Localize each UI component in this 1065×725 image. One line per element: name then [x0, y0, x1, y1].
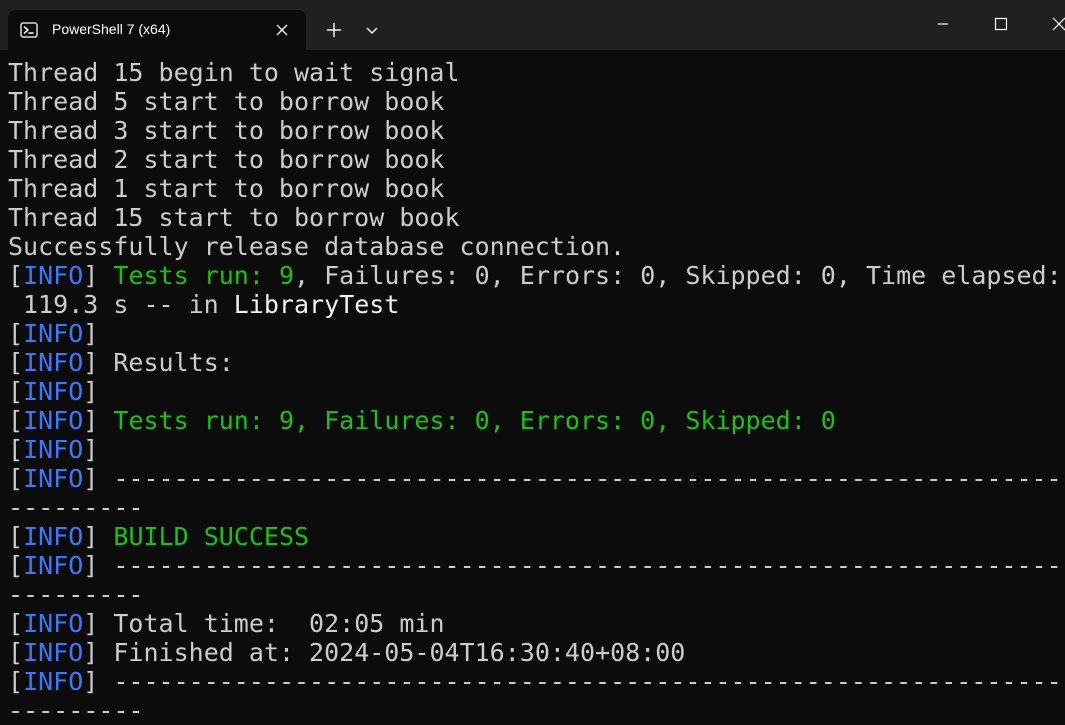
- terminal-text-segment: ]: [83, 319, 99, 348]
- terminal-text-segment: ]: [83, 377, 99, 406]
- terminal-line: [INFO] Tests run: 9, Failures: 0, Errors…: [8, 261, 1065, 290]
- minimize-icon: [938, 23, 948, 25]
- terminal-text-segment: Tests run: 9: [113, 261, 295, 290]
- terminal-text-segment: INFO: [23, 377, 84, 406]
- terminal-text-segment: Thread 15 begin to wait signal: [8, 58, 460, 87]
- minimize-button[interactable]: [918, 0, 968, 50]
- terminal-line: [INFO] ---------------------------------…: [8, 551, 1065, 580]
- terminal-text-segment: [: [8, 551, 24, 580]
- terminal-line: Thread 2 start to borrow book: [8, 145, 1065, 174]
- terminal-line: ---------: [8, 580, 1065, 609]
- terminal-text-segment: INFO: [23, 435, 84, 464]
- terminal-text-segment: Thread 2 start to borrow book: [8, 145, 445, 174]
- terminal-line: Thread 1 start to borrow book: [8, 174, 1065, 203]
- terminal-text-segment: INFO: [23, 551, 84, 580]
- terminal-text-segment: LibraryTest: [233, 290, 400, 319]
- close-window-button[interactable]: [1034, 0, 1065, 50]
- terminal-text-segment: ]: [83, 522, 114, 551]
- terminal-text-segment: [: [8, 667, 24, 696]
- terminal-text-segment: INFO: [23, 667, 84, 696]
- terminal-text-segment: BUILD SUCCESS: [113, 522, 310, 551]
- terminal-line: Successfully release database connection…: [8, 232, 1065, 261]
- terminal-text-segment: ] --------------------------------------…: [83, 551, 1065, 580]
- terminal-text-segment: ] Total time: 02:05 min: [83, 609, 445, 638]
- terminal-text-segment: INFO: [23, 522, 84, 551]
- terminal-text-segment: ] Finished at: 2024-05-04T16:30:40+08:00: [83, 638, 686, 667]
- terminal-line: Thread 5 start to borrow book: [8, 87, 1065, 116]
- terminal-line: 119.3 s -- in LibraryTest: [8, 290, 1065, 319]
- terminal-line: [INFO]: [8, 435, 1065, 464]
- terminal-text-segment: ---------: [8, 493, 144, 522]
- terminal-line: [INFO]: [8, 377, 1065, 406]
- terminal-text-segment: Thread 15 start to borrow book: [8, 203, 460, 232]
- terminal-text-segment: ---------: [8, 580, 144, 609]
- terminal-text-segment: 119.3 s -- in: [8, 290, 234, 319]
- terminal-text-segment: ]: [83, 435, 99, 464]
- terminal-text-segment: [: [8, 609, 24, 638]
- terminal-text-segment: INFO: [23, 464, 84, 493]
- terminal-text-segment: ] --------------------------------------…: [83, 667, 1065, 696]
- terminal-line: ---------: [8, 696, 1065, 725]
- terminal-text-segment: Thread 1 start to borrow book: [8, 174, 445, 203]
- terminal-line: [INFO] Total time: 02:05 min: [8, 609, 1065, 638]
- terminal-line: [INFO]: [8, 319, 1065, 348]
- terminal-line: [INFO] Finished at: 2024-05-04T16:30:40+…: [8, 638, 1065, 667]
- terminal-text-segment: Tests run: 9, Failures: 0, Errors: 0, Sk…: [113, 406, 836, 435]
- terminal-line: [INFO] ---------------------------------…: [8, 667, 1065, 696]
- terminal-text-segment: [: [8, 406, 24, 435]
- plus-icon[interactable]: [322, 18, 346, 42]
- chevron-down-icon[interactable]: [360, 18, 384, 42]
- tab-powershell[interactable]: PowerShell 7 (x64): [8, 10, 306, 50]
- terminal-line: [INFO] ---------------------------------…: [8, 464, 1065, 493]
- terminal-text-segment: [: [8, 261, 24, 290]
- terminal-text-segment: INFO: [23, 261, 84, 290]
- terminal-text-segment: INFO: [23, 638, 84, 667]
- tab-title: PowerShell 7 (x64): [52, 21, 171, 37]
- terminal-text-segment: ---------: [8, 696, 144, 725]
- terminal-output[interactable]: Thread 15 begin to wait signal Thread 5 s…: [8, 58, 1065, 725]
- terminal-window: PowerShell 7 (x64) Thread 15 begin to wa…: [0, 0, 1065, 725]
- terminal-line: [INFO] Tests run: 9, Failures: 0, Errors…: [8, 406, 1065, 435]
- terminal-text-segment: Thread 3 start to borrow book: [8, 116, 445, 145]
- title-bar: PowerShell 7 (x64): [0, 0, 1065, 50]
- terminal-line: Thread 15 begin to wait signal: [8, 58, 1065, 87]
- terminal-text-segment: INFO: [23, 609, 84, 638]
- terminal-text-segment: ] --------------------------------------…: [83, 464, 1065, 493]
- maximize-icon: [994, 17, 1008, 31]
- terminal-line: Thread 3 start to borrow book: [8, 116, 1065, 145]
- powershell-icon: [20, 22, 38, 38]
- terminal-text-segment: INFO: [23, 319, 84, 348]
- terminal-text-segment: [: [8, 377, 24, 406]
- terminal-text-segment: ]: [83, 406, 114, 435]
- terminal-text-segment: Successfully release database connection…: [8, 232, 626, 261]
- terminal-line: ---------: [8, 493, 1065, 522]
- terminal-text-segment: , Failures: 0, Errors: 0, Skipped: 0, Ti…: [294, 261, 1062, 290]
- terminal-line: [INFO] BUILD SUCCESS: [8, 522, 1065, 551]
- terminal-text-segment: ]: [83, 261, 114, 290]
- terminal-line: [INFO] Results:: [8, 348, 1065, 377]
- terminal-text-segment: INFO: [23, 406, 84, 435]
- maximize-button[interactable]: [976, 0, 1026, 50]
- terminal-text-segment: [: [8, 348, 24, 377]
- close-icon[interactable]: [274, 22, 290, 38]
- terminal-text-segment: INFO: [23, 348, 84, 377]
- terminal-text-segment: [: [8, 319, 24, 348]
- terminal-text-segment: Thread 5 start to borrow book: [8, 87, 445, 116]
- terminal-text-segment: [: [8, 522, 24, 551]
- close-icon: [1052, 17, 1065, 31]
- terminal-text-segment: [: [8, 638, 24, 667]
- terminal-text-segment: [: [8, 464, 24, 493]
- terminal-text-segment: [: [8, 435, 24, 464]
- terminal-line: Thread 15 start to borrow book: [8, 203, 1065, 232]
- terminal-text-segment: ] Results:: [83, 348, 234, 377]
